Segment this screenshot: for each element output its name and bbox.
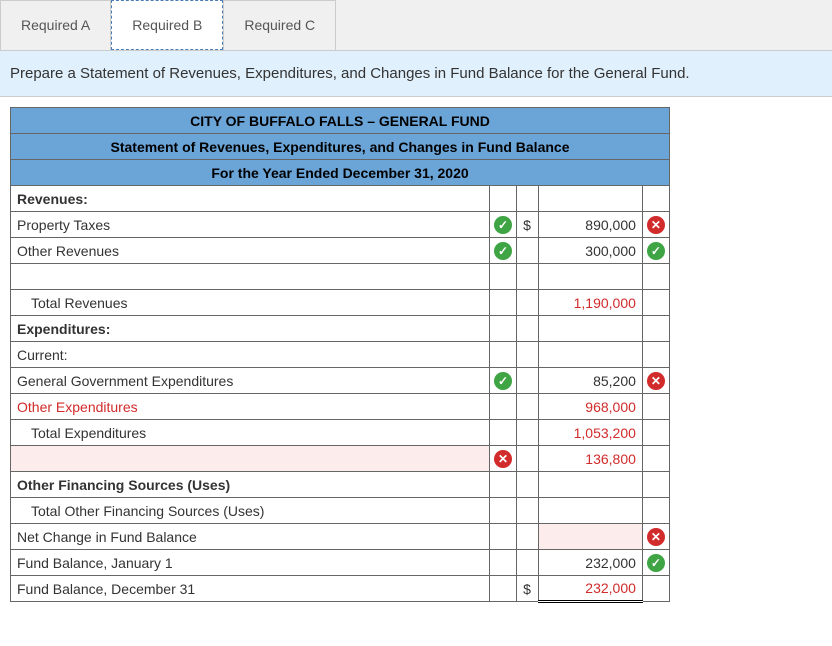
blank-row	[11, 264, 490, 290]
ofsu-label: Other Financing Sources (Uses)	[11, 472, 490, 498]
property-taxes-value[interactable]: 890,000	[538, 212, 642, 238]
other-exp-label[interactable]: Other Expenditures	[11, 394, 490, 420]
fb-jan-value[interactable]: 232,000	[538, 550, 642, 576]
check-icon: ✓	[494, 242, 512, 260]
fb-jan-label[interactable]: Fund Balance, January 1	[11, 550, 490, 576]
net-change-label: Net Change in Fund Balance	[11, 524, 490, 550]
diff-value[interactable]: 136,800	[538, 446, 642, 472]
header-subtitle: Statement of Revenues, Expenditures, and…	[11, 134, 670, 160]
total-revenues-value: 1,190,000	[538, 290, 642, 316]
tab-bar: Required A Required B Required C	[0, 0, 832, 51]
expenditures-label: Expenditures:	[11, 316, 490, 342]
tab-required-b[interactable]: Required B	[111, 0, 223, 50]
cross-icon: ✕	[647, 528, 665, 546]
check-icon: ✓	[494, 216, 512, 234]
fb-dec-label: Fund Balance, December 31	[11, 576, 490, 602]
header-period: For the Year Ended December 31, 2020	[11, 160, 670, 186]
statement-table: CITY OF BUFFALO FALLS – GENERAL FUND Sta…	[10, 107, 670, 603]
fb-dec-value: 232,000	[538, 576, 642, 602]
currency-symbol: $	[517, 212, 539, 238]
cross-icon: ✕	[647, 216, 665, 234]
revenues-label: Revenues:	[11, 186, 490, 212]
total-exp-value: 1,053,200	[538, 420, 642, 446]
instruction-text: Prepare a Statement of Revenues, Expendi…	[0, 51, 832, 97]
total-exp-label: Total Expenditures	[11, 420, 490, 446]
other-revenues-label[interactable]: Other Revenues	[11, 238, 490, 264]
header-title: CITY OF BUFFALO FALLS – GENERAL FUND	[11, 108, 670, 134]
gge-label[interactable]: General Government Expenditures	[11, 368, 490, 394]
gge-value[interactable]: 85,200	[538, 368, 642, 394]
other-exp-value[interactable]: 968,000	[538, 394, 642, 420]
check-icon: ✓	[647, 242, 665, 260]
tab-required-a[interactable]: Required A	[0, 0, 111, 50]
currency-symbol: $	[517, 576, 539, 602]
statement-area: CITY OF BUFFALO FALLS – GENERAL FUND Sta…	[0, 97, 832, 613]
total-revenues-label: Total Revenues	[11, 290, 490, 316]
total-ofsu-label: Total Other Financing Sources (Uses)	[11, 498, 490, 524]
tab-required-c[interactable]: Required C	[223, 0, 336, 50]
current-label: Current:	[11, 342, 490, 368]
property-taxes-label[interactable]: Property Taxes	[11, 212, 490, 238]
cross-icon: ✕	[647, 372, 665, 390]
net-change-value[interactable]	[538, 524, 642, 550]
other-revenues-value[interactable]: 300,000	[538, 238, 642, 264]
diff-row-label[interactable]	[11, 446, 490, 472]
cross-icon: ✕	[494, 450, 512, 468]
check-icon: ✓	[494, 372, 512, 390]
page-container: Required A Required B Required C Prepare…	[0, 0, 832, 613]
check-icon: ✓	[647, 554, 665, 572]
